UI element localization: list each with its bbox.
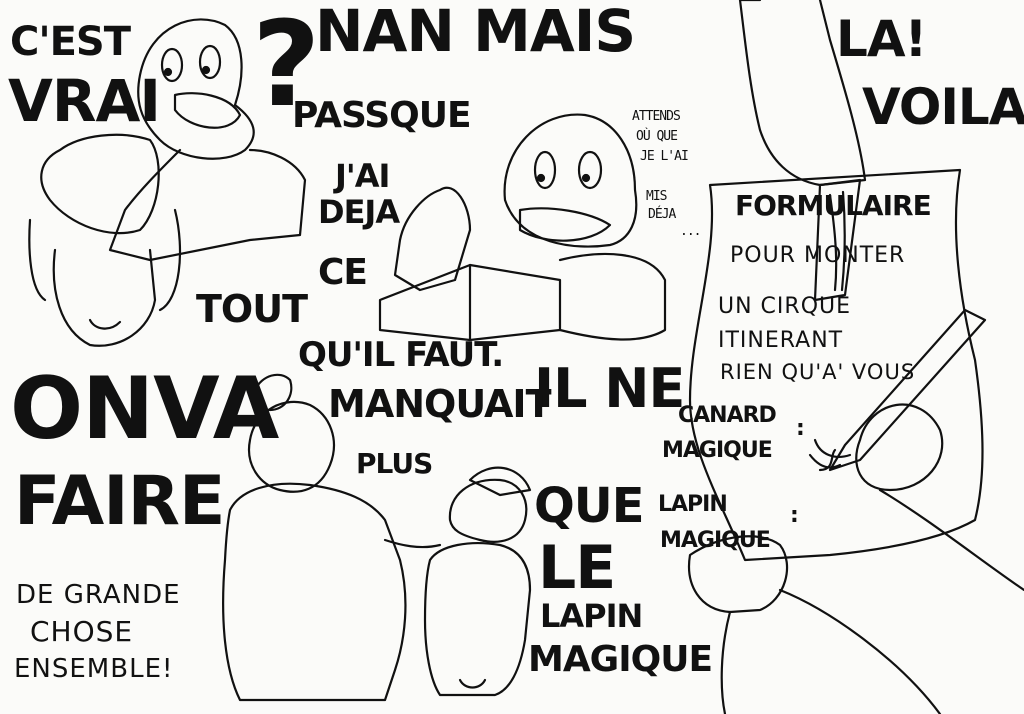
quil-faut-text: QU'IL FAUT. <box>298 335 504 375</box>
faire-text: FAIRE <box>14 462 225 541</box>
ce-text: CE <box>318 252 368 293</box>
duck-with-papers-illustration <box>378 113 667 342</box>
le-text: LE <box>538 533 616 603</box>
cest-text: C'EST <box>10 19 131 65</box>
ensemble-text: ENSEMBLE! <box>14 654 174 684</box>
form-field-2-line-a: LAPIN <box>658 492 728 517</box>
attends-text: ATTENDS <box>632 109 681 124</box>
de-grande-text: DE GRANDE <box>16 580 181 610</box>
jai-text: J'AI <box>335 157 390 195</box>
chose-text: CHOSE <box>30 615 134 648</box>
form-line-3: UN CIRQUE <box>718 294 852 319</box>
form-field-1-line-a: CANARD <box>678 403 777 428</box>
comic-page: C'EST VRAI ? NAN MAIS PASSQUE J'AI DEJA … <box>0 0 1024 714</box>
lapin-text: LAPIN <box>540 597 643 635</box>
form-field-1-line-b: MAGIQUE <box>662 438 773 463</box>
mis-text: MIS <box>646 189 668 204</box>
ellipsis-text: ... <box>680 224 702 239</box>
manquait-text: MANQUAIT <box>328 382 551 426</box>
form-line-5: RIEN QU'A' VOUS <box>720 360 916 384</box>
je-lai-text: JE L'AI <box>640 149 689 164</box>
form-field-2-colon: : <box>790 503 799 528</box>
form-field-2-line-b: MAGIQUE <box>660 528 771 553</box>
ou-que-text: OÙ QUE <box>636 129 678 144</box>
deja-small-text: DÉJA <box>648 207 676 222</box>
form-line-4: ITINERANT <box>718 328 844 353</box>
deja-text: DEJA <box>318 193 400 231</box>
passque-text: PASSQUE <box>292 95 472 136</box>
form-title: FORMULAIRE <box>735 189 932 222</box>
vrai-text: VRAI <box>8 67 161 135</box>
plus-text: PLUS <box>356 447 433 480</box>
magique-text: MAGIQUE <box>528 639 713 680</box>
form-field-1-colon: : <box>796 416 805 441</box>
tout-text: TOUT <box>196 287 308 331</box>
on-va-text: ONVA <box>10 359 279 459</box>
voila-text: VOILA! <box>862 78 1024 136</box>
nan-mais-text: NAN MAIS <box>315 0 636 65</box>
il-ne-text: IL NE <box>534 357 685 420</box>
que-text: QUE <box>534 478 645 534</box>
form-line-2: POUR MONTER <box>730 243 906 268</box>
la-text: LA! <box>836 10 927 68</box>
